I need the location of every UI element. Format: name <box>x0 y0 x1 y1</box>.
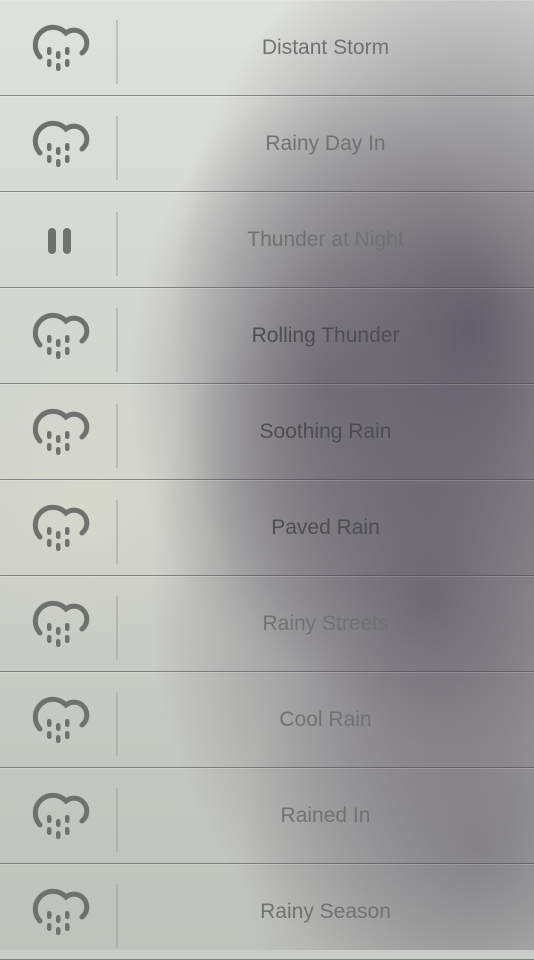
sound-row-rainy-streets[interactable]: Rainy Streets <box>0 576 534 672</box>
sound-title: Rainy Season <box>260 900 391 923</box>
rain-cloud-icon[interactable] <box>30 788 90 844</box>
rain-cloud-icon[interactable] <box>30 116 90 172</box>
sound-row-soothing-rain[interactable]: Soothing Rain <box>0 384 534 480</box>
rain-cloud-icon[interactable] <box>30 884 90 940</box>
rain-cloud-icon[interactable] <box>30 596 90 652</box>
sound-title: Cool Rain <box>279 708 372 731</box>
sound-row-rainy-day-in[interactable]: Rainy Day In <box>0 96 534 192</box>
sound-title: Rainy Day In <box>265 132 386 155</box>
sound-list: Distant Storm Rainy Day In Thunder at Ni… <box>0 0 534 960</box>
sound-row-thunder-at-night[interactable]: Thunder at Night <box>0 192 534 288</box>
sound-row-rainy-season[interactable]: Rainy Season <box>0 864 534 960</box>
sound-row-rained-in[interactable]: Rained In <box>0 768 534 864</box>
rain-cloud-icon[interactable] <box>30 308 90 364</box>
rain-cloud-icon[interactable] <box>30 20 90 76</box>
pause-icon[interactable] <box>30 212 90 268</box>
sound-title: Rained In <box>280 804 371 827</box>
sound-row-rolling-thunder[interactable]: Rolling Thunder <box>0 288 534 384</box>
sound-title: Thunder at Night <box>247 228 404 251</box>
sound-title: Paved Rain <box>271 516 380 539</box>
rain-cloud-icon[interactable] <box>30 500 90 556</box>
sound-row-paved-rain[interactable]: Paved Rain <box>0 480 534 576</box>
rain-cloud-icon[interactable] <box>30 404 90 460</box>
rain-cloud-icon[interactable] <box>30 692 90 748</box>
sound-row-cool-rain[interactable]: Cool Rain <box>0 672 534 768</box>
sound-title: Rainy Streets <box>262 612 389 635</box>
sound-row-distant-storm[interactable]: Distant Storm <box>0 0 534 96</box>
sound-title: Distant Storm <box>261 36 390 59</box>
sound-title: Rolling Thunder <box>251 324 400 347</box>
sound-title: Soothing Rain <box>259 420 392 443</box>
